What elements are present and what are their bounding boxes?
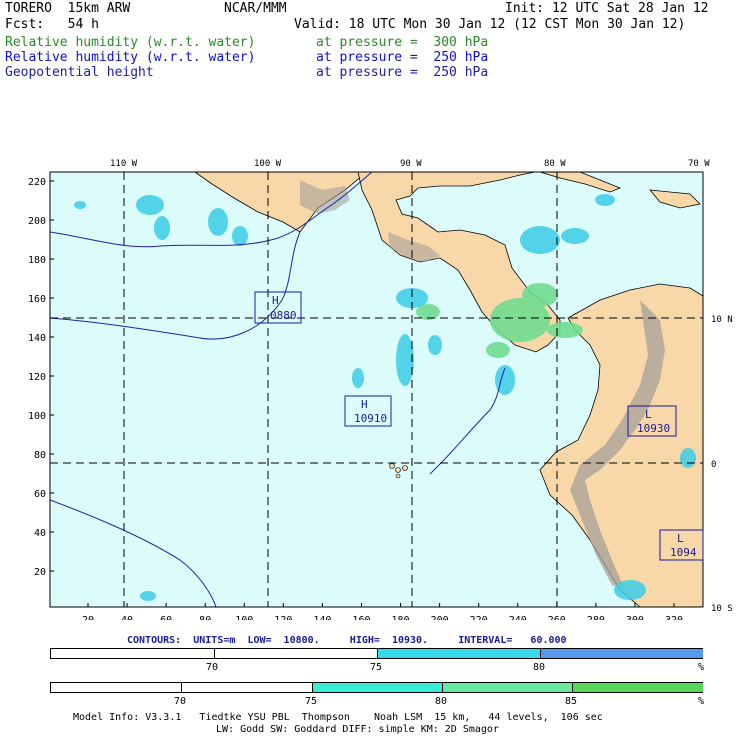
lon-label-70w: 70 W <box>688 159 710 169</box>
field-1-level: at pressure = 300 hPa <box>316 35 489 50</box>
l2-type: L <box>677 532 684 545</box>
x-tick-label: 20 <box>82 615 94 620</box>
cbar1-label-80: 80 <box>533 662 546 673</box>
y-tick-label: 80 <box>34 450 46 461</box>
y-tick-label: 40 <box>34 528 46 539</box>
x-tick-label: 240 <box>509 615 527 620</box>
footer-physics: LW: Godd SW: Goddard DIFF: simple KM: 2D… <box>216 724 499 735</box>
y-tick-label: 220 <box>28 177 46 188</box>
cbar1-label-70: 70 <box>206 662 219 673</box>
x-tick-label: 200 <box>431 615 449 620</box>
cbar2-label-70: 70 <box>174 696 187 707</box>
cbar1-unit: % <box>698 662 705 673</box>
lon-label-90w: 90 W <box>400 159 422 169</box>
x-tick-label: 300 <box>626 615 644 620</box>
x-tick-label: 320 <box>665 615 683 620</box>
l1-value: 10930 <box>637 422 670 435</box>
valid-time: Valid: 18 UTC Mon 30 Jan 12 (12 CST Mon … <box>294 17 686 32</box>
y-tick-label: 200 <box>28 216 46 227</box>
y-tick-label: 60 <box>34 489 46 500</box>
init-time: Init: 12 UTC Sat 28 Jan 12 <box>505 1 709 16</box>
x-tick-label: 100 <box>235 615 253 620</box>
x-tick-label: 60 <box>160 615 172 620</box>
y-tick-label: 100 <box>28 411 46 422</box>
x-tick-label: 180 <box>392 615 410 620</box>
field-1-name: Relative humidity (w.r.t. water) <box>5 35 256 50</box>
h1-type: H <box>272 294 279 307</box>
field-2-level: at pressure = 250 hPa <box>316 50 489 65</box>
lat-label-10s: 10 S <box>711 604 733 614</box>
x-tick-label: 140 <box>313 615 331 620</box>
footer-model-info: Model Info: V3.3.1 Tiedtke YSU PBL Thomp… <box>73 712 603 723</box>
x-tick-label: 120 <box>274 615 292 620</box>
h2-type: H <box>361 398 368 411</box>
l1-type: L <box>645 408 652 421</box>
lon-label-80w: 80 W <box>544 159 566 169</box>
forecast-hour: Fcst: 54 h <box>5 17 99 32</box>
x-tick-label: 80 <box>199 615 211 620</box>
contours-info: CONTOURS: UNITS=m LOW= 10800. HIGH= 1093… <box>127 635 567 646</box>
y-tick-label: 120 <box>28 372 46 383</box>
x-tick-label: 40 <box>121 615 133 620</box>
cbar2-label-80: 80 <box>435 696 448 707</box>
cbar2-label-85: 85 <box>565 696 578 707</box>
organization: NCAR/MMM <box>224 1 287 16</box>
cbar2-label-75: 75 <box>305 696 318 707</box>
field-2-name: Relative humidity (w.r.t. water) <box>5 50 256 65</box>
x-tick-label: 260 <box>548 615 566 620</box>
y-tick-label: 20 <box>34 567 46 578</box>
weather-map: H 0880 H 10910 L 10930 L 1094 110 W 100 … <box>28 159 733 620</box>
h1-value: 0880 <box>270 309 297 322</box>
x-tick-label: 160 <box>352 615 370 620</box>
lon-label-100w: 100 W <box>254 159 282 169</box>
model-name: TORERO 15km ARW <box>5 1 131 16</box>
y-tick-label: 140 <box>28 333 46 344</box>
colorbar-rh300 <box>50 682 703 693</box>
cbar1-label-75: 75 <box>370 662 383 673</box>
lat-label-0: 0 <box>711 460 716 470</box>
field-3-level: at pressure = 250 hPa <box>316 65 489 80</box>
lat-label-10n: 10 N <box>711 315 733 325</box>
cbar2-unit: % <box>698 696 705 707</box>
field-3-name: Geopotential height <box>5 65 154 80</box>
lon-label-110w: 110 W <box>110 159 138 169</box>
l2-value: 1094 <box>670 546 697 559</box>
x-tick-label: 220 <box>470 615 488 620</box>
x-tick-label: 280 <box>587 615 605 620</box>
y-tick-label: 160 <box>28 294 46 305</box>
y-tick-label: 180 <box>28 255 46 266</box>
colorbar-rh250 <box>50 648 703 659</box>
h2-value: 10910 <box>354 412 387 425</box>
